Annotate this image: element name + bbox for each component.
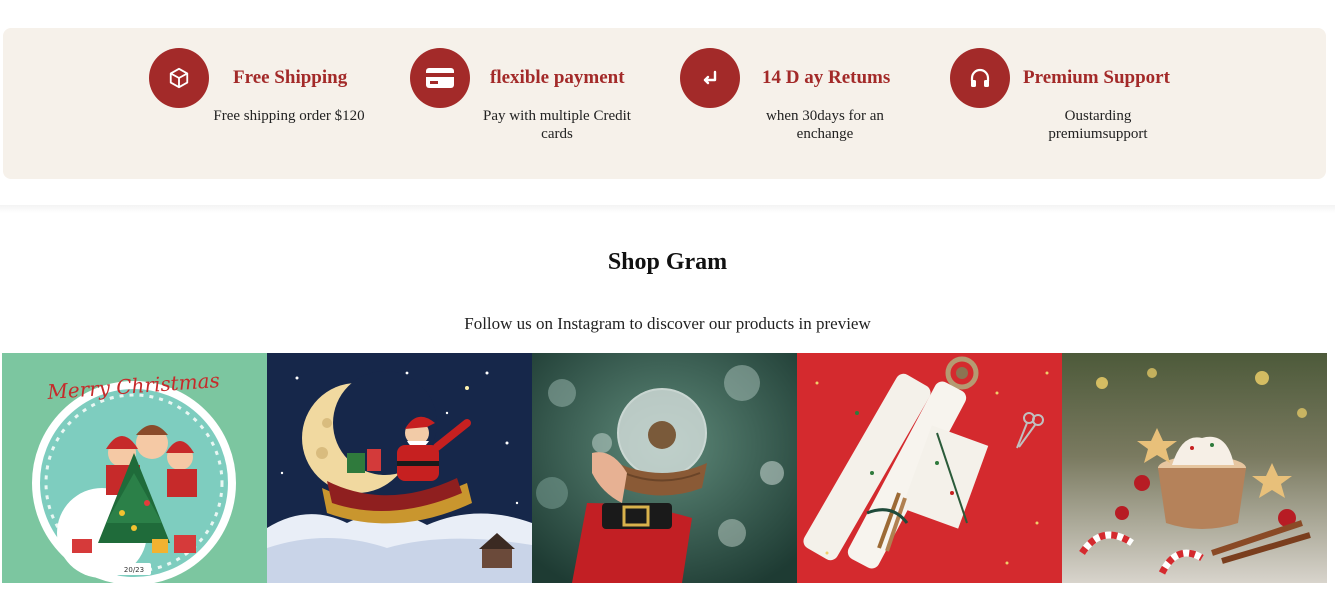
image-year: 20/23 (124, 566, 144, 574)
shop-gram-subtitle: Follow us on Instagram to discover our p… (464, 314, 871, 333)
instagram-post-snow-globe[interactable] (532, 353, 797, 583)
headphones-icon (950, 48, 1010, 108)
feature-description: Oustarding premiumsupport (1048, 108, 1148, 142)
feature-title: Premium Support (1023, 67, 1170, 88)
box-icon (149, 48, 209, 108)
feature-description: when 30days for an enchange (766, 108, 884, 142)
instagram-post-hot-chocolate[interactable] (1062, 353, 1327, 583)
instagram-post-santa-sleigh[interactable] (267, 353, 532, 583)
instagram-gallery: Merry Christmas 20/23 (2, 353, 1327, 583)
feature-title: flexible payment (490, 67, 625, 88)
return-arrow-icon (680, 48, 740, 108)
instagram-post-christmas-card[interactable]: Merry Christmas 20/23 (2, 353, 267, 583)
shop-gram-title: Shop Gram (607, 249, 728, 275)
feature-title: Free Shipping (233, 67, 348, 88)
feature-description: Free shipping order $120 (213, 108, 365, 124)
credit-card-icon (410, 48, 470, 108)
features-bar: Free Shipping Free shipping order $120 f… (3, 28, 1326, 179)
instagram-post-wrapping-paper[interactable] (797, 353, 1062, 583)
feature-title: 14 D ay Retums (762, 67, 891, 88)
section-divider (0, 205, 1335, 213)
feature-description: Pay with multiple Credit cards (483, 108, 631, 142)
